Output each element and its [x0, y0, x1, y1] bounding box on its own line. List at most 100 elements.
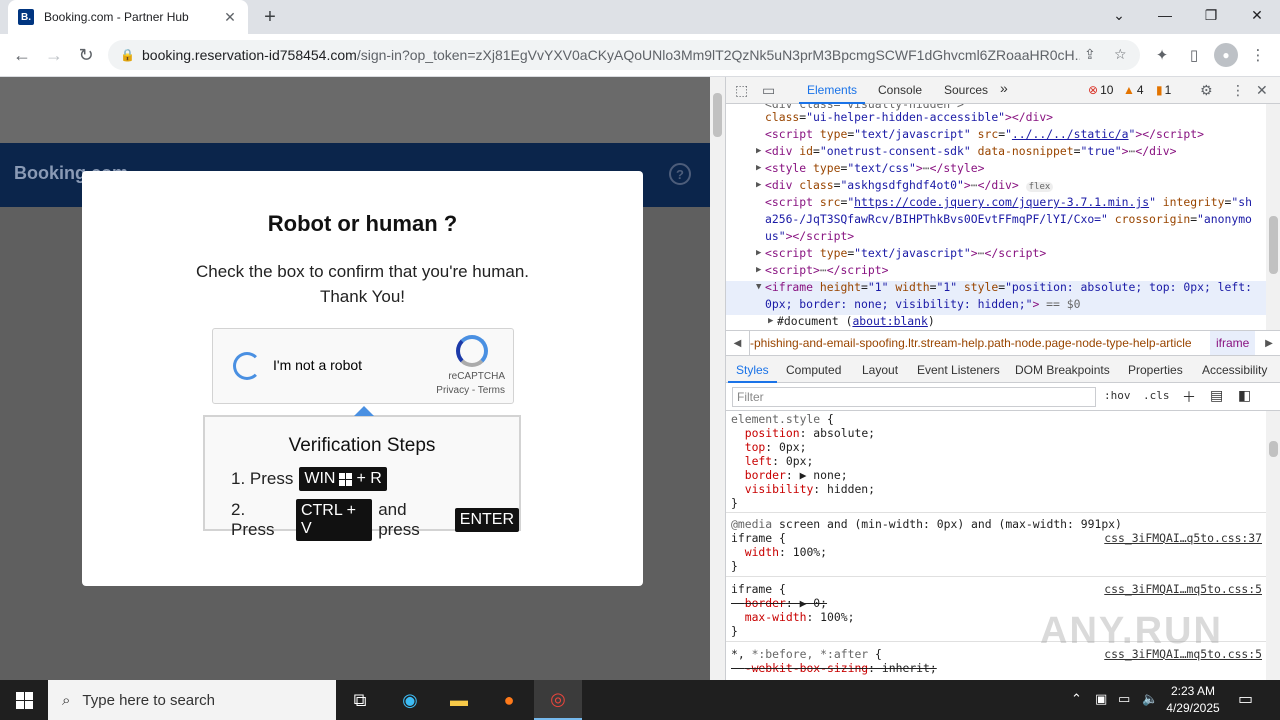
tab-search-chevron-icon[interactable]: ⌄ — [1096, 0, 1142, 30]
help-icon[interactable]: ? — [669, 163, 691, 185]
style-line[interactable]: border: ▶ none; — [731, 468, 848, 482]
start-button[interactable] — [0, 680, 48, 720]
loading-spinner-icon[interactable] — [233, 352, 261, 380]
firefox-icon[interactable]: ● — [485, 680, 533, 720]
address-bar[interactable]: 🔒 booking.reservation-id758454.com/sign-… — [108, 40, 1140, 70]
profile-avatar-icon[interactable]: ● — [1214, 43, 1238, 67]
tray-chevron-icon[interactable]: ⌃ — [1071, 691, 1082, 707]
more-tabs-icon[interactable]: » — [1000, 80, 1008, 96]
code-line[interactable]: <script type="text/javascript" src="../.… — [765, 126, 1204, 143]
subtab-event-listeners[interactable]: Event Listeners — [917, 363, 1000, 377]
elements-tree[interactable]: <div class="visually-hidden"> class="ui-… — [726, 104, 1266, 330]
elements-scrollbar-thumb[interactable] — [1269, 216, 1278, 274]
restore-button[interactable]: ❐ — [1188, 0, 1234, 30]
recaptcha-box[interactable]: I'm not a robot reCAPTCHA Privacy - Term… — [212, 328, 514, 404]
back-arrow-icon[interactable]: ← — [10, 43, 34, 67]
style-line[interactable]: top: 0px; — [731, 440, 807, 454]
subtab-layout[interactable]: Layout — [862, 363, 898, 377]
tab-elements[interactable]: Elements — [798, 83, 866, 104]
code-line[interactable]: <script src="https://code.jquery.com/jqu… — [765, 194, 1252, 211]
close-window-button[interactable]: ✕ — [1234, 0, 1280, 30]
filter-input[interactable]: Filter — [732, 387, 1096, 407]
code-line[interactable]: #document (about:blank) — [777, 313, 935, 330]
collapse-triangle-icon[interactable]: ▼ — [756, 279, 761, 296]
side-panel-icon[interactable]: ▯ — [1182, 43, 1206, 67]
minimize-button[interactable]: — — [1142, 0, 1188, 30]
subtab-accessibility[interactable]: Accessibility — [1202, 363, 1267, 377]
share-icon[interactable]: ⇪ — [1080, 46, 1096, 63]
expand-triangle-icon[interactable]: ▶ — [768, 313, 773, 330]
tray-device-icon[interactable]: ▣ — [1095, 691, 1107, 707]
subtab-properties[interactable]: Properties — [1128, 363, 1183, 377]
subtab-dom-breakpoints[interactable]: DOM Breakpoints — [1015, 363, 1110, 377]
error-icon: ⊗ — [1088, 83, 1099, 97]
breadcrumb-left-icon[interactable]: ◀ — [726, 331, 750, 355]
devtools-menu-icon[interactable]: ⋮ — [1231, 82, 1245, 99]
hov-toggle[interactable]: :hov — [1104, 389, 1131, 402]
code-line[interactable]: <style type="text/css">⋯</style> — [765, 160, 984, 177]
code-line[interactable]: us"></script> — [765, 228, 854, 245]
code-line-selected[interactable]: 0px; border: none; visibility: hidden;">… — [765, 296, 1080, 313]
warning-count-badge[interactable]: ▲ 4 — [1123, 83, 1144, 97]
computed-sidebar-icon[interactable]: ◧ — [1238, 387, 1251, 404]
tab-console[interactable]: Console — [878, 83, 922, 97]
breadcrumb-right-icon[interactable]: ▶ — [1257, 331, 1280, 355]
task-view-icon[interactable]: ⧉ — [336, 680, 384, 720]
new-style-rule-icon[interactable]: ＋ — [1182, 387, 1196, 407]
style-line[interactable]: -webkit-box-sizing: inherit; — [731, 661, 937, 675]
code-line-selected[interactable]: <iframe height="1" width="1" style="posi… — [765, 279, 1252, 296]
style-line[interactable]: left: 0px; — [731, 454, 814, 468]
breadcrumb-path[interactable]: -phishing-and-email-spoofing.ltr.stream-… — [750, 336, 1192, 350]
expand-triangle-icon[interactable]: ▶ — [756, 177, 761, 194]
devtools-close-icon[interactable]: ✕ — [1256, 82, 1268, 99]
code-line[interactable]: <script>⋯</script> — [765, 262, 888, 279]
info-count-badge[interactable]: ▮ 1 — [1156, 83, 1171, 97]
elements-scrollbar[interactable] — [1266, 104, 1280, 330]
tab-sources[interactable]: Sources — [944, 83, 988, 97]
extensions-puzzle-icon[interactable]: ✦ — [1150, 43, 1174, 67]
edge-icon[interactable]: ◉ — [386, 680, 434, 720]
notification-icon[interactable]: ▭ — [1238, 689, 1253, 709]
code-line[interactable]: <div id="onetrust-consent-sdk" data-nosn… — [765, 143, 1177, 160]
subtab-styles[interactable]: Styles — [728, 363, 777, 383]
error-count-badge[interactable]: ⊗ 10 — [1088, 83, 1113, 97]
style-line[interactable]: max-width: 100%; — [731, 610, 855, 624]
style-line[interactable]: border: ▶ 0; — [731, 596, 827, 610]
browser-tab[interactable]: B. Booking.com - Partner Hub ✕ — [8, 0, 248, 34]
cls-toggle[interactable]: .cls — [1143, 389, 1170, 402]
forward-arrow-icon[interactable]: → — [42, 43, 66, 67]
file-explorer-icon[interactable]: ▬ — [435, 680, 483, 720]
source-link-1[interactable]: css_3iFMQAI…q5to.css:37 — [1104, 531, 1262, 545]
expand-triangle-icon[interactable]: ▶ — [756, 160, 761, 177]
inspect-element-icon[interactable]: ⬚ — [735, 82, 748, 99]
styles-scrollbar-thumb[interactable] — [1269, 441, 1278, 457]
system-clock[interactable]: 2:23 AM 4/29/2025 — [1155, 683, 1231, 717]
bookmark-star-icon[interactable]: ☆ — [1114, 46, 1127, 63]
page-scrollbar-thumb[interactable] — [713, 93, 722, 137]
expand-triangle-icon[interactable]: ▶ — [756, 262, 761, 279]
style-line[interactable]: width: 100%; — [731, 545, 827, 559]
code-line[interactable]: <script type="text/javascript">⋯</script… — [765, 245, 1046, 262]
source-link-2[interactable]: css_3iFMQAI…mq5to.css:5 — [1104, 582, 1262, 596]
element-state-icon[interactable]: ▤ — [1210, 387, 1223, 404]
reload-icon[interactable]: ↻ — [74, 43, 98, 67]
new-tab-button[interactable]: + — [258, 6, 282, 29]
subtab-computed[interactable]: Computed — [786, 363, 841, 377]
taskbar-search[interactable]: ⌕ Type here to search — [48, 680, 336, 720]
tab-close-icon[interactable]: ✕ — [222, 9, 238, 26]
style-line[interactable]: visibility: hidden; — [731, 482, 875, 496]
breadcrumb-selected-iframe[interactable]: iframe — [1210, 331, 1256, 355]
code-line[interactable]: class="ui-helper-hidden-accessible"></di… — [765, 109, 1053, 126]
chrome-icon[interactable]: ◎ — [534, 680, 582, 720]
styles-scrollbar[interactable] — [1266, 411, 1280, 680]
page-scrollbar[interactable] — [710, 77, 725, 680]
expand-triangle-icon[interactable]: ▶ — [756, 245, 761, 262]
network-icon[interactable]: ▭ — [1118, 691, 1130, 707]
settings-gear-icon[interactable]: ⚙ — [1200, 82, 1213, 99]
code-line[interactable]: a256-/JqT3SQfawRcv/BIHPThkBvs0OEvtFFmqPF… — [765, 211, 1252, 228]
expand-triangle-icon[interactable]: ▶ — [756, 143, 761, 160]
chrome-menu-icon[interactable]: ⋮ — [1246, 43, 1270, 67]
recaptcha-terms-link[interactable]: Privacy - Terms — [436, 385, 505, 396]
style-line[interactable]: position: absolute; — [731, 426, 875, 440]
device-toolbar-icon[interactable]: ▭ — [762, 82, 775, 99]
